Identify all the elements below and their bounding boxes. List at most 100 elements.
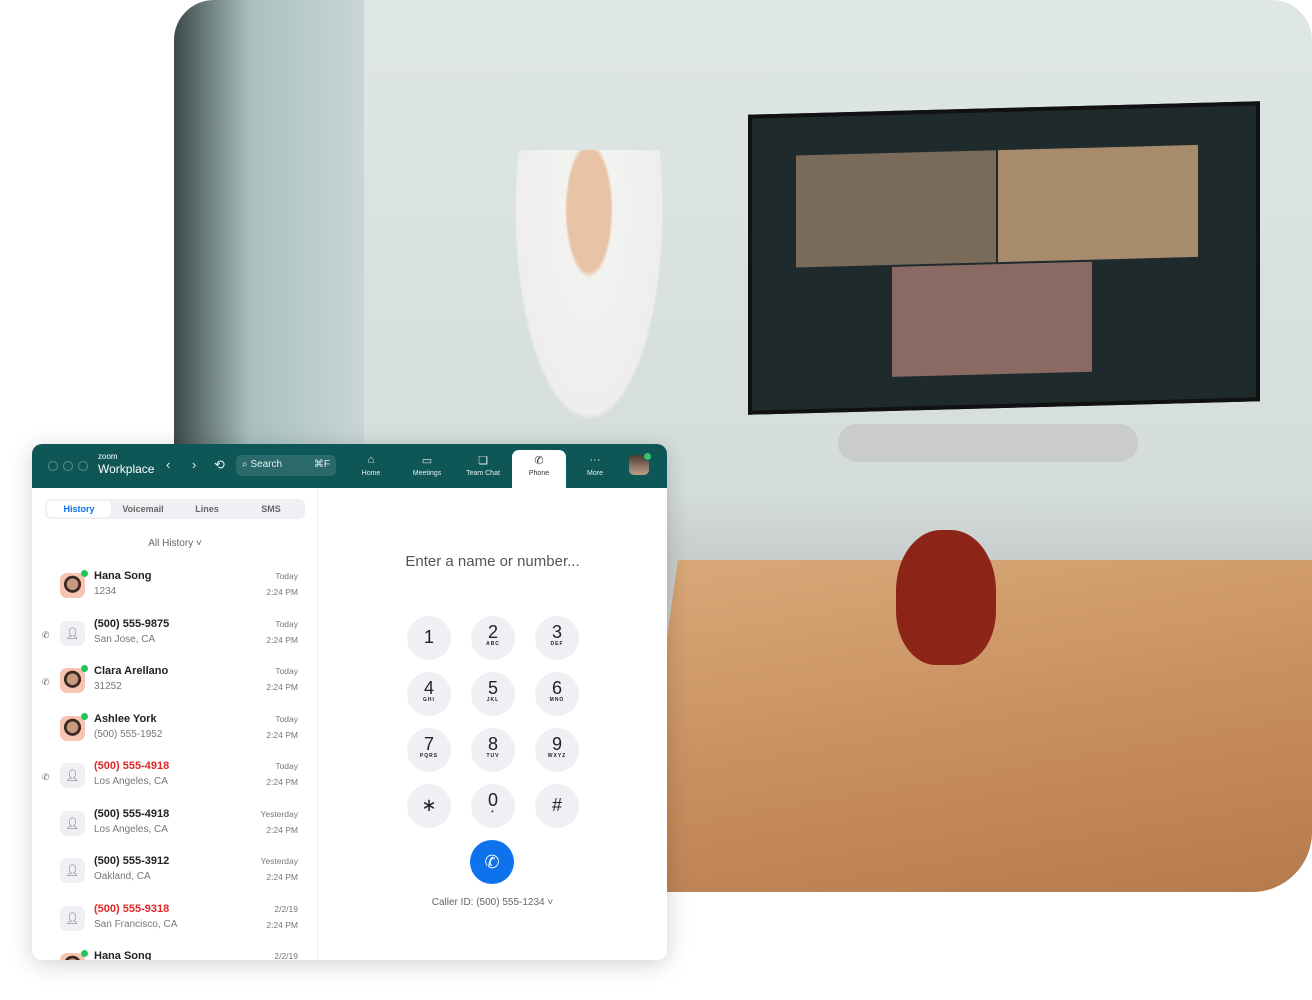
chat-icon: ❏ [478,455,488,467]
subtab-voicemail[interactable]: Voicemail [111,501,175,517]
contact-name: (500) 555-9875 [94,617,170,630]
history-item[interactable]: Ashlee York (500) 555-1952 Today 2:24 PM [32,711,318,758]
contact-detail: Oakland, CA [94,871,151,882]
history-item[interactable]: ✆ 👤︎ (500) 555-4918 Los Angeles, CA Today… [32,758,318,805]
contact-name: Hana Song [94,570,152,582]
dial-input[interactable]: Enter a name or number... [318,553,667,570]
call-date: 2/2/19 [274,951,298,960]
phone-icon: ✆ [484,852,500,872]
online-status-dot [81,712,88,720]
contact-name: (500) 555-3912 [94,855,170,867]
forward-icon[interactable]: › [192,457,196,472]
search-input[interactable]: ⌕ Search ⌘F [236,455,336,476]
photo-camera-bar [838,424,1138,462]
dialpad-key-7[interactable]: 7 PQRS [407,728,451,772]
photo-doctor [504,150,674,450]
contact-name: (500) 555-9318 [94,902,170,915]
avatar: 👤︎ [60,810,85,836]
call-log-icon: ✆ [42,772,50,782]
avatar: 👤︎ [60,620,85,646]
subtab-history[interactable]: History [47,501,111,517]
subtab-lines[interactable]: Lines [175,501,239,517]
call-time: 2:24 PM [266,919,298,930]
avatar [60,712,88,741]
search-icon: ⌕ [242,459,248,470]
call-date: Today [275,618,298,629]
avatar [60,950,88,960]
contact-detail: (500) 555-1952 [94,728,163,740]
app-logo: zoom Workplace [98,452,155,476]
history-icon[interactable]: ⟲ [214,457,225,473]
dialpad-key-8[interactable]: 8 TUV [471,728,515,772]
dialpad-key-9[interactable]: 9 WXYZ [535,728,579,772]
history-item[interactable]: 👤︎ (500) 555-9318 San Francisco, CA 2/2/… [32,901,318,948]
history-item[interactable]: ✆ 👤︎ (500) 555-9875 San Jose, CA Today 2:… [32,616,318,663]
dialpad-key-0[interactable]: 0 + [471,784,515,828]
contact-detail: Los Angeles, CA [94,823,168,835]
dialpad-key-4[interactable]: 4 GHI [407,672,451,716]
avatar: 👤︎ [60,905,85,931]
tab-more[interactable]: ··· More [568,450,622,488]
call-button[interactable]: ✆ [470,840,514,884]
subtab-sms[interactable]: SMS [239,501,303,517]
call-time: 2:24 PM [266,682,298,692]
dialpad-key-5[interactable]: 5 JKL [471,672,515,716]
call-date: Today [275,666,298,676]
tab-team-chat[interactable]: ❏ Team Chat [456,450,510,488]
history-item[interactable]: ✆ Hana Song 2/2/19 [32,948,318,960]
history-item[interactable]: ✆ Clara Arellano 31252 Today 2:24 PM [32,663,318,710]
contact-name: (500) 555-4918 [94,807,170,820]
person-icon: 👤︎ [65,865,80,877]
dialpad-key-hash[interactable]: # [535,784,579,828]
dialpad-key-1[interactable]: 1 [407,616,451,660]
call-time: 2:24 PM [266,634,298,645]
avatar [60,665,88,693]
call-date: Today [275,761,298,771]
call-date: Yesterday [260,808,299,819]
contact-detail: San Francisco, CA [94,918,178,930]
call-time: 2:24 PM [266,777,298,787]
search-shortcut: ⌘F [313,459,330,470]
history-panel: History Voicemail Lines SMS All History ˅ H… [32,488,318,960]
person-icon: 👤︎ [65,912,80,925]
phone-icon: ✆ [534,455,544,467]
history-item[interactable]: 👤︎ (500) 555-4918 Los Angeles, CA Yester… [32,806,318,853]
contact-name: Ashlee York [94,712,157,725]
dialpad-key-star[interactable]: ∗ [407,784,451,828]
contact-detail: San Jose, CA [94,633,156,645]
avatar [60,570,88,598]
app-header: zoom Workplace ‹ › ⟲ ⌕ Search ⌘F ⌂ Home ▭ Mee… [32,444,667,488]
more-icon: ··· [589,454,601,466]
call-time: 2:24 PM [266,729,298,740]
window-close-button[interactable] [48,461,58,471]
avatar: 👤︎ [60,763,85,788]
avatar: 👤︎ [60,858,85,883]
contact-name: (500) 555-4918 [94,760,170,772]
history-item[interactable]: Hana Song 1234 Today 2:24 PM [32,568,318,615]
home-icon: ⌂ [367,454,375,466]
tab-meetings[interactable]: ▭ Meetings [400,450,454,488]
caller-id-dropdown[interactable]: Caller ID: (500) 555-1234 ˅ [318,897,667,908]
call-log-icon: ✆ [42,629,50,640]
call-date: 2/2/19 [274,903,298,914]
back-icon[interactable]: ‹ [166,457,170,472]
call-date: Today [275,713,298,724]
window-zoom-button[interactable] [78,461,88,471]
tab-phone[interactable]: ✆ Phone [512,450,566,488]
photo-vase [896,530,996,665]
call-date: Yesterday [260,856,299,866]
dialpad-key-6[interactable]: 6 MNO [535,672,579,716]
person-icon: 👤︎ [65,817,80,830]
contact-detail: 1234 [94,586,117,597]
call-date: Today [275,571,298,581]
person-icon: 👤︎ [65,770,80,782]
dialpad-key-3[interactable]: 3 DEF [535,616,579,660]
user-avatar[interactable] [629,452,652,475]
window-minimize-button[interactable] [63,461,73,471]
tab-home[interactable]: ⌂ Home [344,450,398,488]
call-time: 2:24 PM [266,824,298,835]
contact-detail: 31252 [94,681,122,692]
history-filter-dropdown[interactable]: All History ˅ [32,538,318,549]
history-item[interactable]: 👤︎ (500) 555-3912 Oakland, CA Yesterday … [32,853,318,900]
dialpad-key-2[interactable]: 2 ABC [471,616,515,660]
